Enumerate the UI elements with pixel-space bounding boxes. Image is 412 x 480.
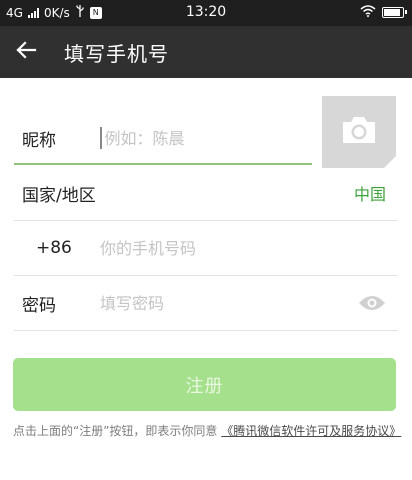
- page-title: 填写手机号: [64, 41, 169, 66]
- text-cursor: [100, 127, 102, 149]
- nickname-underline: [14, 163, 312, 165]
- region-value[interactable]: 中国: [354, 181, 386, 205]
- phone-input[interactable]: [100, 238, 398, 258]
- title-bar: 填写手机号: [0, 26, 412, 78]
- nickname-label: 昵称: [22, 130, 56, 151]
- wifi-icon: [360, 5, 376, 20]
- status-time: 13:20: [185, 4, 227, 20]
- battery-icon: [382, 7, 407, 18]
- country-code[interactable]: +86: [14, 238, 100, 258]
- status-bar: 4G 0K/s N 13:20: [0, 0, 412, 26]
- camera-icon: [340, 115, 378, 149]
- status-right: [360, 5, 407, 20]
- password-input[interactable]: [100, 293, 358, 313]
- phone-row: +86: [14, 221, 398, 275]
- avatar-upload-button[interactable]: [322, 96, 396, 168]
- agreement-text: 点击上面的“注册”按钮，即表示你同意: [13, 424, 218, 438]
- eye-icon[interactable]: [358, 294, 386, 312]
- register-button[interactable]: 注册: [13, 358, 396, 411]
- divider: [14, 330, 398, 331]
- back-button[interactable]: [0, 26, 52, 78]
- agreement-notice: 点击上面的“注册”按钮，即表示你同意 《腾讯微信软件许可及服务协议》: [13, 423, 403, 440]
- password-row: 密码: [14, 276, 398, 330]
- agreement-link[interactable]: 《腾讯微信软件许可及服务协议》: [221, 424, 401, 438]
- region-label: 国家/地区: [22, 185, 96, 206]
- region-row[interactable]: 国家/地区 中国: [14, 166, 398, 220]
- arrow-left-icon: [15, 39, 37, 65]
- nickname-input[interactable]: [104, 128, 312, 148]
- password-label: 密码: [22, 295, 56, 316]
- nickname-row: 昵称: [14, 112, 312, 164]
